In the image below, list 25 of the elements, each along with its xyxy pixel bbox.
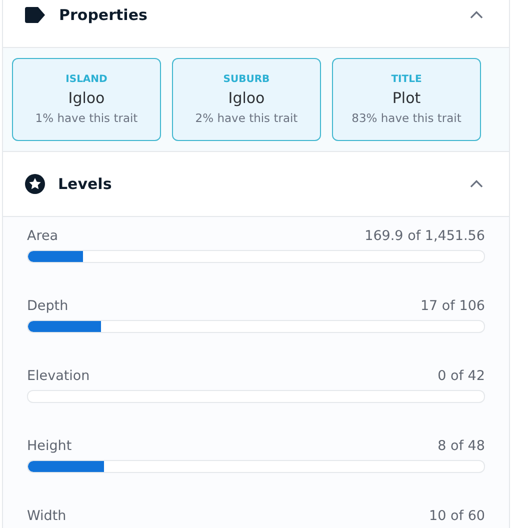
tag-icon [25, 7, 45, 23]
trait-rarity: 83% have this trait [352, 111, 462, 125]
level-reading: 0 of 42 [438, 368, 485, 384]
trait-rarity: 2% have this trait [195, 111, 298, 125]
trait-value: Igloo [228, 89, 265, 107]
trait-rarity: 1% have this trait [35, 111, 138, 125]
trait-card[interactable]: TITLE Plot 83% have this trait [332, 58, 481, 141]
level-reading: 8 of 48 [438, 438, 485, 454]
section-title: Levels [58, 175, 113, 193]
trait-type: TITLE [391, 74, 422, 85]
level-name: Depth [27, 298, 68, 314]
trait-type: ISLAND [66, 74, 108, 85]
level-name: Width [27, 508, 66, 524]
section-title: Properties [59, 6, 148, 24]
level-reading: 17 of 106 [420, 298, 485, 314]
level-name: Height [27, 438, 72, 454]
level-reading: 169.9 of 1,451.56 [364, 228, 485, 244]
level-name: Area [27, 228, 58, 244]
level-name: Elevation [27, 368, 90, 384]
level-reading: 10 of 60 [429, 508, 485, 524]
trait-value: Plot [392, 89, 421, 107]
trait-value: Igloo [68, 89, 105, 107]
trait-type: SUBURB [223, 74, 270, 85]
trait-card[interactable]: SUBURB Igloo 2% have this trait [172, 58, 321, 141]
trait-card[interactable]: ISLAND Igloo 1% have this trait [12, 58, 161, 141]
